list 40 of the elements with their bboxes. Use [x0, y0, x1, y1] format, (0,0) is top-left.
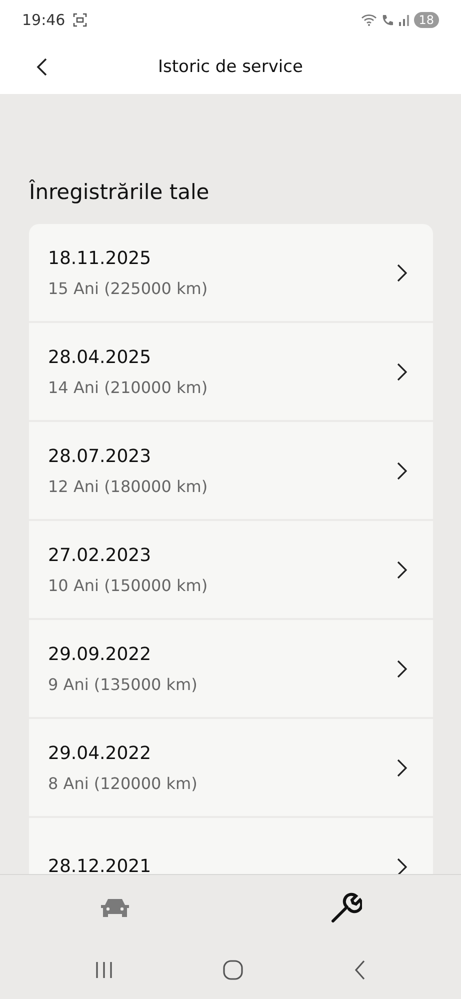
record-details: 14 Ani (210000 km) — [48, 378, 208, 396]
wifi-icon — [360, 14, 377, 26]
record-date: 28.07.2023 — [48, 446, 152, 466]
record-details: 15 Ani (225000 km) — [48, 278, 208, 298]
chevron-icon — [397, 858, 407, 874]
service-record[interactable]: 27.02.2023 10 Ani (150000 km) — [29, 521, 433, 618]
page-title: Istoric de service — [157, 57, 304, 77]
service-record[interactable]: 28.12.2021 — [29, 818, 433, 874]
service-record[interactable]: 28.07.2023 12 Ani (180000 km) — [29, 422, 433, 519]
record-date: 28.04.2025 — [48, 346, 152, 368]
service-record[interactable]: 28.04.2025 14 Ani (210000 km) — [29, 323, 433, 420]
phone-icon — [380, 14, 394, 26]
section-title: Înregistrările tale — [29, 178, 210, 206]
home-icon[interactable] — [222, 958, 244, 980]
wrench-icon — [330, 892, 362, 924]
service-record[interactable]: 29.09.2022 9 Ani (135000 km) — [29, 620, 433, 717]
back-icon[interactable] — [352, 960, 367, 980]
recents-icon[interactable] — [94, 960, 114, 980]
record-details: 8 Ani (120000 km) — [48, 774, 198, 792]
chevron-icon — [397, 362, 407, 380]
record-date: 27.02.2023 — [48, 544, 152, 566]
service-record[interactable]: 18.11.2025 15 Ani (225000 km) — [29, 224, 433, 321]
record-details: 12 Ani (180000 km) — [48, 476, 208, 496]
screenshot-icon — [73, 13, 88, 27]
record-date: 29.09.2022 — [48, 644, 152, 664]
chevron-icon — [397, 660, 407, 678]
record-date: 28.12.2021 — [48, 856, 152, 874]
car-icon — [99, 896, 132, 918]
battery-level: 18 — [414, 12, 439, 28]
chevron-icon — [397, 758, 407, 776]
record-date: 29.04.2022 — [48, 742, 152, 764]
service-record[interactable]: 29.04.2022 8 Ani (120000 km) — [29, 719, 433, 816]
chevron-icon — [397, 264, 407, 282]
chevron-icon — [397, 560, 407, 578]
chevron-icon — [397, 462, 407, 480]
clock-time: 19:46 — [22, 11, 66, 29]
record-date: 18.11.2025 — [48, 248, 152, 268]
record-details: 10 Ani (150000 km) — [48, 576, 208, 594]
record-details: 9 Ani (135000 km) — [48, 674, 198, 694]
signal-icon — [398, 14, 410, 26]
